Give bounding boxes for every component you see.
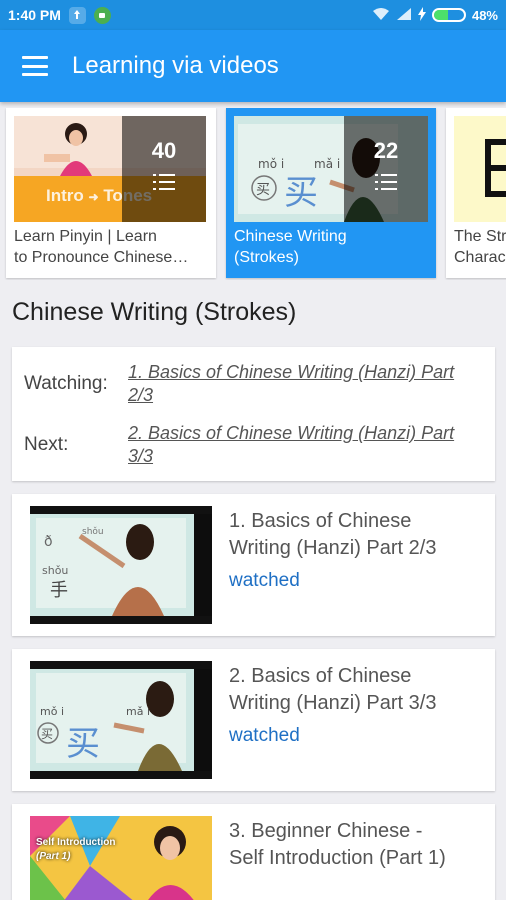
- category-label: Learn Pinyin | Learn to Pronounce Chines…: [14, 228, 189, 266]
- video-count-overlay: 40: [122, 116, 206, 222]
- category-label: The Str Charac: [454, 228, 506, 266]
- svg-text:mǎ i: mǎ i: [314, 157, 340, 171]
- category-thumbnail: [454, 116, 506, 222]
- next-label: Next:: [24, 434, 69, 455]
- watched-status: watched: [229, 725, 300, 746]
- svg-text:买: 买: [41, 727, 53, 741]
- app-bar: Learning via videos: [0, 30, 506, 102]
- watching-link[interactable]: 1. Basics of Chinese Writing (Hanzi) Par…: [128, 361, 484, 407]
- video-count-overlay: 22: [344, 116, 428, 222]
- progress-card: Watching: 1. Basics of Chinese Writing (…: [12, 347, 495, 481]
- battery-icon: [431, 8, 466, 22]
- video-thumbnail: mǒ i mǎ i 买 买: [30, 661, 212, 779]
- video-card[interactable]: ð shǒu shǒu 手 1. Basics of Chinese Writi…: [12, 494, 495, 636]
- svg-text:mǒ i: mǒ i: [40, 705, 64, 718]
- video-thumbnail: Self Introduction (Part 1): [30, 816, 212, 900]
- svg-text:shǒu: shǒu: [82, 526, 104, 537]
- section-title: Chinese Writing (Strokes): [12, 298, 297, 326]
- svg-text:mǒ i: mǒ i: [258, 157, 284, 171]
- category-card-pinyin[interactable]: Intro ➜ Tones 40 Learn Pinyin | Learn to…: [6, 108, 216, 278]
- video-card[interactable]: mǒ i mǎ i 买 买 2. Basics of Chinese Writi…: [12, 649, 495, 791]
- page-title: Learning via videos: [72, 52, 279, 79]
- signal-icon: [396, 7, 412, 24]
- status-bar: 1:40 PM 48%: [0, 0, 506, 30]
- video-title: 2. Basics of Chinese Writing (Hanzi) Par…: [229, 665, 437, 714]
- svg-text:买: 买: [66, 724, 100, 764]
- category-card-strokes[interactable]: The Str Charac: [446, 108, 506, 278]
- status-time: 1:40 PM: [8, 7, 61, 23]
- category-thumbnail: Intro ➜ Tones 40: [14, 116, 206, 222]
- category-thumbnail: mǒ i mǎ i 买 买 22: [234, 116, 428, 222]
- wifi-icon: [372, 7, 390, 24]
- video-title: 1. Basics of Chinese Writing (Hanzi) Par…: [229, 510, 437, 559]
- watched-status: watched: [229, 570, 300, 591]
- svg-text:shǒu: shǒu: [42, 564, 68, 577]
- video-count: 40: [151, 138, 177, 163]
- svg-text:mǎ i: mǎ i: [126, 705, 150, 718]
- category-label: Chinese Writing (Strokes): [234, 228, 347, 266]
- charging-icon: [417, 6, 426, 24]
- menu-button[interactable]: [0, 30, 70, 102]
- next-link[interactable]: 2. Basics of Chinese Writing (Hanzi) Par…: [128, 422, 484, 468]
- thumb-caption: Self Introduction (Part 1): [36, 837, 116, 862]
- svg-text:买: 买: [256, 182, 270, 198]
- app-notification-icon: [68, 6, 86, 24]
- category-card-writing[interactable]: mǒ i mǎ i 买 买 22 Chinese Writing (Stroke…: [226, 108, 436, 278]
- playlist-icon: [153, 174, 175, 192]
- hamburger-menu-icon: [22, 56, 48, 76]
- video-thumbnail: ð shǒu shǒu 手: [30, 506, 212, 624]
- video-title: 3. Beginner Chinese - Self Introduction …: [229, 820, 446, 869]
- category-carousel[interactable]: Intro ➜ Tones 40 Learn Pinyin | Learn to…: [0, 108, 506, 280]
- svg-text:买: 买: [284, 173, 318, 213]
- svg-text:手: 手: [50, 580, 68, 601]
- video-card[interactable]: Self Introduction (Part 1) 3. Beginner C…: [12, 804, 495, 900]
- playlist-icon: [375, 174, 397, 192]
- svg-text:ð: ð: [44, 534, 53, 550]
- android-icon: [93, 6, 111, 24]
- watching-label: Watching:: [24, 373, 108, 394]
- battery-percent: 48%: [471, 7, 498, 23]
- video-count: 22: [373, 138, 399, 163]
